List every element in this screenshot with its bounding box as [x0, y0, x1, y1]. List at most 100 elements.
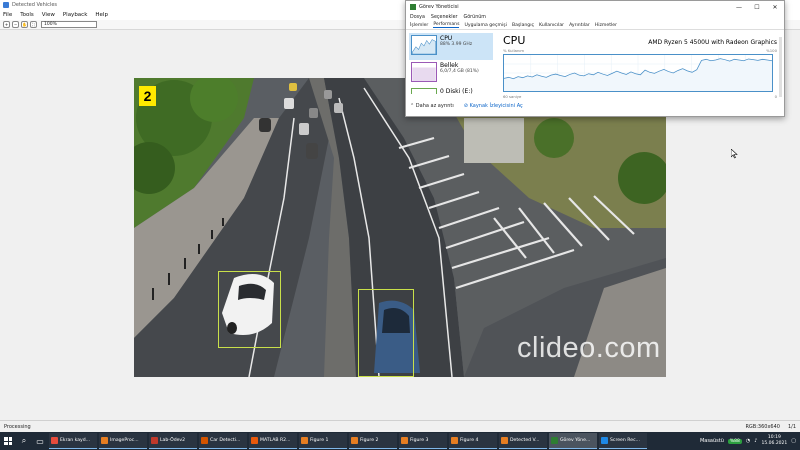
vehicle-bounding-box [218, 271, 281, 348]
image-info: RGB:360x640 [745, 423, 780, 430]
scrollbar[interactable] [779, 37, 782, 97]
taskbar-app-label: Ekran kayd... [60, 438, 91, 443]
taskbar-apps: Ekran kayd... ImageProc... Lab-Ödev2 Car De… [48, 433, 648, 449]
resource-label: CPU [440, 35, 453, 42]
fewer-details-label: Daha az ayrıntı [415, 103, 454, 109]
tab-hizmetler[interactable]: Hizmetler [595, 23, 617, 28]
app-icon [151, 437, 158, 444]
pan-icon[interactable]: ✋ [21, 21, 28, 28]
fit-icon[interactable]: ⛶ [30, 21, 37, 28]
resource-label: 0 Diski (E:) [440, 87, 473, 95]
disk-mini-graph [411, 88, 437, 94]
video-frame: 2 clideo.com [134, 78, 666, 377]
taskbar-app-label: Detected V... [510, 438, 540, 443]
task-manager-title-bar: Görev Yöneticisi — ☐ ✕ [406, 1, 784, 13]
windows-logo-icon [4, 437, 12, 445]
clock-date: 15.06.2021 [761, 441, 788, 446]
task-manager-footer: ⌃ Daha az ayrıntı ⊘ Kaynak İzleyicisini … [410, 103, 523, 109]
resource-monitor-link[interactable]: ⊘ Kaynak İzleyicisini Aç [464, 103, 523, 109]
notifications-icon[interactable]: ▢ [791, 438, 796, 444]
task-manager-menu: Dosya Seçenekler Görünüm [406, 13, 784, 21]
resource-detail: 88% 3.99 GHz [440, 42, 473, 47]
graph-min-label: 0 [774, 94, 777, 99]
search-icon[interactable]: ⌕ [16, 432, 32, 450]
resource-label: Bellek [440, 62, 459, 69]
taskbar-app-button[interactable]: Screen Rec... [599, 433, 647, 449]
resource-item-cpu[interactable]: CPU 88% 3.99 GHz [409, 33, 493, 60]
app-icon [51, 437, 58, 444]
taskbar-app-button[interactable]: Ekran kayd... [49, 433, 97, 449]
taskbar-app-label: Car Detecti... [210, 438, 241, 443]
fewer-details-button[interactable]: ⌃ Daha az ayrıntı [410, 103, 454, 109]
taskbar-app-button[interactable]: ImageProc... [99, 433, 147, 449]
cpu-mini-graph [411, 35, 437, 55]
tab-islemler[interactable]: İşlemler [410, 23, 428, 28]
tab-performans[interactable]: Performans [433, 22, 460, 28]
tab-kullanicilar[interactable]: Kullanıcılar [539, 23, 564, 28]
windows-taskbar: ⌕ ▭ Ekran kayd... ImageProc... Lab-Ödev2 Ca… [0, 432, 800, 450]
battery-indicator[interactable]: %88 [727, 438, 742, 444]
resource-detail: 6,0/7,4 GB (81%) [440, 69, 479, 74]
menu-tools[interactable]: Tools [20, 12, 34, 18]
taskbar-app-label: Figure 4 [460, 438, 479, 443]
app-icon [451, 437, 458, 444]
resource-list: CPU 88% 3.99 GHz Bellek 6,0/7,4 GB (81%)… [409, 33, 493, 95]
tab-baslangic[interactable]: Başlangıç [512, 23, 534, 28]
graph-max-label: %100 [766, 48, 777, 53]
zoom-level-select[interactable]: 100% [41, 21, 97, 28]
tray-label[interactable]: Masaüstü [700, 438, 724, 444]
resource-monitor-label: Kaynak İzleyicisini Aç [469, 103, 523, 109]
app-icon [601, 437, 608, 444]
taskbar-app-label: Figure 1 [310, 438, 329, 443]
start-button[interactable] [0, 432, 16, 450]
task-manager-icon [410, 4, 416, 10]
minimize-button[interactable]: — [730, 4, 748, 11]
tab-ayrintilar[interactable]: Ayrıntılar [569, 23, 590, 28]
graph-usage-label: % Kullanım [503, 48, 525, 53]
menu-help[interactable]: Help [95, 12, 108, 18]
zoom-out-icon[interactable]: − [12, 21, 19, 28]
network-icon[interactable]: ◔ [746, 438, 750, 444]
cpu-model: AMD Ryzen 5 4500U with Radeon Graphics [648, 39, 777, 46]
menu-gorunum[interactable]: Görünüm [464, 15, 486, 20]
app-icon [201, 437, 208, 444]
graph-time-label: 60 saniye [503, 94, 522, 99]
app-icon [551, 437, 558, 444]
taskbar-app-label: ImageProc... [110, 438, 139, 443]
menu-dosya[interactable]: Dosya [410, 15, 425, 20]
app-icon [401, 437, 408, 444]
resource-item-memory[interactable]: Bellek 6,0/7,4 GB (81%) [409, 60, 493, 87]
app-icon [351, 437, 358, 444]
app-icon [301, 437, 308, 444]
close-button[interactable]: ✕ [766, 4, 784, 11]
taskbar-app-button[interactable]: Lab-Ödev2 [149, 433, 197, 449]
menu-view[interactable]: View [42, 12, 55, 18]
zoom-in-icon[interactable]: + [3, 21, 10, 28]
memory-mini-graph [411, 62, 437, 82]
task-view-icon[interactable]: ▭ [32, 432, 48, 450]
volume-icon[interactable]: ♪ [754, 438, 757, 444]
frame-number-badge: 2 [139, 86, 156, 106]
watermark-text: clideo.com [517, 332, 661, 364]
taskbar-app-button[interactable]: Figure 2 [349, 433, 397, 449]
resource-item-disk[interactable]: 0 Diski (E:) [409, 87, 493, 95]
clock[interactable]: 10:19 15.06.2021 [762, 435, 788, 447]
menu-file[interactable]: File [3, 12, 12, 18]
menu-playback[interactable]: Playback [63, 12, 88, 18]
task-manager-tabs: İşlemler Performans Uygulama geçmişi Baş… [406, 21, 784, 30]
app-icon [101, 437, 108, 444]
taskbar-app-button[interactable]: Figure 4 [449, 433, 497, 449]
taskbar-app-button[interactable]: Car Detecti... [199, 433, 247, 449]
taskbar-app-button[interactable]: Detected V... [499, 433, 547, 449]
menu-secenekler[interactable]: Seçenekler [431, 15, 458, 20]
taskbar-app-button[interactable]: Görev Yöne... [549, 433, 597, 449]
status-text: Processing [4, 423, 31, 430]
tab-uygulama-gecmisi[interactable]: Uygulama geçmişi [464, 23, 506, 28]
taskbar-app-button[interactable]: Figure 3 [399, 433, 447, 449]
cpu-heading: CPU [503, 34, 526, 47]
taskbar-app-button[interactable]: Figure 1 [299, 433, 347, 449]
task-manager-title: Görev Yöneticisi [419, 4, 459, 10]
maximize-button[interactable]: ☐ [748, 4, 766, 11]
taskbar-app-button[interactable]: MATLAB R2... [249, 433, 297, 449]
task-manager-window[interactable]: Görev Yöneticisi — ☐ ✕ Dosya Seçenekler … [405, 0, 785, 117]
